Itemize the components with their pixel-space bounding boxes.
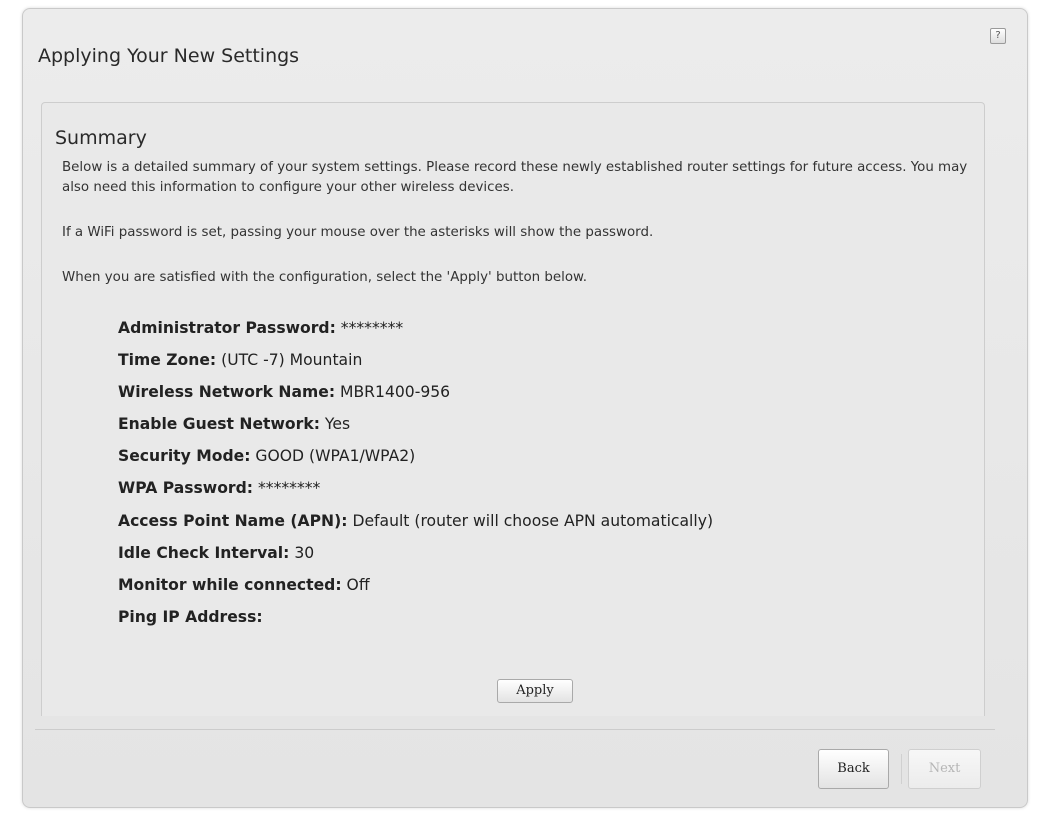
setting-label: Idle Check Interval: — [118, 543, 290, 562]
setting-label: Wireless Network Name: — [118, 383, 336, 402]
setting-wireless-network-name: Wireless Network Name: MBR1400-956 — [118, 381, 713, 413]
setting-enable-guest-network: Enable Guest Network: Yes — [118, 413, 713, 445]
setting-label: Access Point Name (APN): — [118, 511, 348, 530]
summary-intro-text: Below is a detailed summary of your syst… — [62, 160, 968, 195]
setting-label: Security Mode: — [118, 447, 251, 466]
setting-value: 30 — [294, 543, 315, 562]
summary-panel: Summary Below is a detailed summary of y… — [41, 102, 985, 716]
setting-idle-check-interval: Idle Check Interval: 30 — [118, 542, 713, 574]
setting-value: (UTC -7) Mountain — [221, 351, 363, 370]
setting-value: Off — [346, 575, 370, 594]
setting-ping-ip-address: Ping IP Address: — [118, 606, 713, 638]
apply-button[interactable]: Apply — [497, 679, 573, 703]
setting-value: MBR1400-956 — [340, 383, 451, 402]
settings-summary-list: Administrator Password: ******** Time Zo… — [118, 317, 713, 638]
setting-label: Ping IP Address: — [118, 607, 263, 626]
wifi-password-note: If a WiFi password is set, passing your … — [62, 225, 654, 240]
page-title: Applying Your New Settings — [38, 45, 300, 67]
setting-label: Enable Guest Network: — [118, 415, 320, 434]
setting-value[interactable]: ******** — [341, 319, 403, 337]
settings-wizard-window: Applying Your New Settings ? Summary Bel… — [22, 8, 1028, 808]
setting-value: Yes — [324, 415, 351, 434]
help-icon[interactable]: ? — [990, 28, 1006, 44]
setting-label: Administrator Password: — [118, 319, 336, 337]
setting-label: Monitor while connected: — [118, 575, 342, 594]
footer-divider — [35, 729, 995, 730]
setting-label: Time Zone: — [118, 351, 217, 370]
setting-access-point-name: Access Point Name (APN): Default (router… — [118, 510, 713, 542]
button-separator — [901, 754, 902, 784]
summary-title: Summary — [55, 127, 147, 149]
setting-time-zone: Time Zone: (UTC -7) Mountain — [118, 349, 713, 381]
setting-admin-password: Administrator Password: ******** — [118, 317, 713, 349]
setting-wpa-password: WPA Password: ******** — [118, 477, 713, 509]
apply-instruction: When you are satisfied with the configur… — [62, 270, 588, 285]
setting-security-mode: Security Mode: GOOD (WPA1/WPA2) — [118, 445, 713, 477]
back-button[interactable]: Back — [818, 749, 889, 789]
next-button[interactable]: Next — [908, 749, 981, 789]
setting-value[interactable]: ******** — [258, 479, 320, 497]
setting-value: GOOD (WPA1/WPA2) — [255, 447, 416, 466]
setting-value: Default (router will choose APN automati… — [352, 511, 714, 530]
setting-label: WPA Password: — [118, 479, 253, 498]
setting-monitor-while-connected: Monitor while connected: Off — [118, 574, 713, 606]
